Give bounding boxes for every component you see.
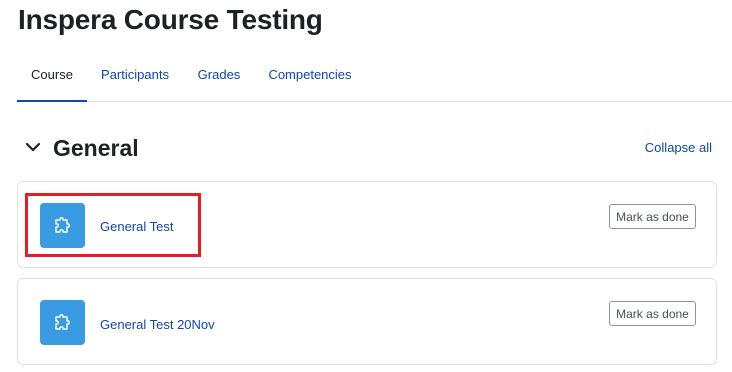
page-title: Inspera Course Testing <box>18 4 323 35</box>
activity-item: General Test 20Nov Mark as done <box>17 278 717 365</box>
tab-grades[interactable]: Grades <box>196 58 242 100</box>
mark-as-done-button[interactable]: Mark as done <box>609 301 696 326</box>
tab-participants[interactable]: Participants <box>100 58 170 100</box>
puzzle-piece-icon[interactable] <box>40 203 85 248</box>
section-title: General <box>53 135 139 161</box>
puzzle-piece-icon[interactable] <box>40 300 85 345</box>
mark-as-done-button[interactable]: Mark as done <box>609 204 696 229</box>
collapse-all-link[interactable]: Collapse all <box>645 132 712 164</box>
activity-link[interactable]: General Test <box>100 219 173 234</box>
tab-competencies[interactable]: Competencies <box>268 58 352 100</box>
activity-link[interactable]: General Test 20Nov <box>100 317 215 332</box>
tab-course[interactable]: Course <box>17 58 87 102</box>
course-tabs: Course Participants Grades Competencies <box>17 58 732 102</box>
activity-item: General Test Mark as done <box>17 181 717 268</box>
section-header: General Collapse all <box>24 132 714 164</box>
chevron-down-icon[interactable] <box>24 138 42 156</box>
